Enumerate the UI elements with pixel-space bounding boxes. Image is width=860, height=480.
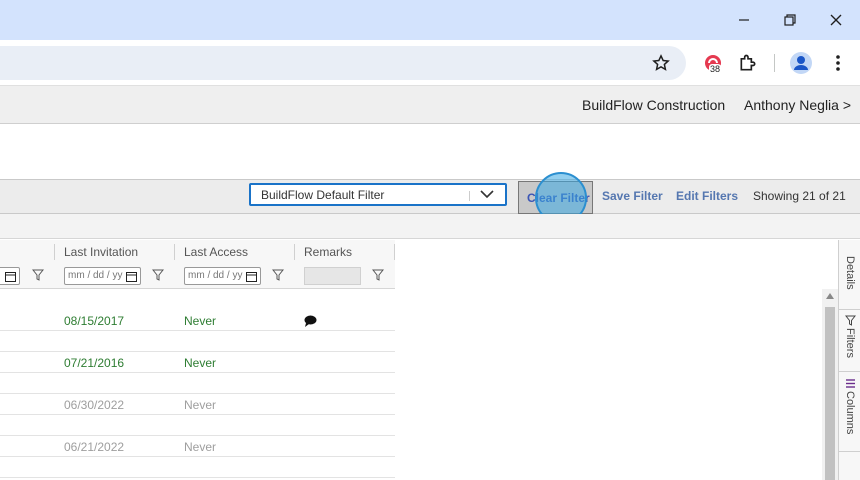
clear-filter-label: Clear Filter bbox=[527, 191, 590, 205]
filter-funnel-icon[interactable] bbox=[152, 269, 164, 281]
last-access-cell: Never bbox=[184, 440, 217, 454]
side-tab-filters[interactable]: Filters bbox=[839, 310, 860, 372]
side-tab-details[interactable]: Details bbox=[839, 252, 860, 310]
company-name[interactable]: BuildFlow Construction bbox=[582, 97, 725, 113]
column-separator bbox=[174, 244, 175, 260]
minimize-button[interactable] bbox=[721, 0, 767, 40]
side-tab-label: Details bbox=[844, 256, 856, 290]
save-filter-link[interactable]: Save Filter bbox=[602, 189, 663, 203]
calendar-icon bbox=[126, 272, 137, 282]
grid-toolbar-gap bbox=[0, 214, 860, 239]
last-invitation-cell: 06/21/2022 bbox=[64, 440, 125, 454]
side-tab-label: Filters bbox=[844, 328, 856, 358]
table-row[interactable]: 06/21/2022 Never bbox=[0, 436, 395, 457]
scroll-up-arrow-icon[interactable] bbox=[826, 293, 834, 299]
last-invitation-cell: 08/15/2017 bbox=[64, 314, 125, 328]
user-menu[interactable]: Anthony Neglia > bbox=[744, 97, 851, 113]
table-row[interactable]: 08/15/2017 Never bbox=[0, 310, 395, 331]
last-invitation-cell: 06/30/2022 bbox=[64, 398, 125, 412]
column-header-last-access[interactable]: Last Access bbox=[184, 245, 248, 259]
minimize-icon bbox=[739, 19, 749, 21]
record-count: Showing 21 of 21 bbox=[753, 189, 846, 203]
scrollbar-thumb[interactable] bbox=[825, 307, 835, 480]
table-row[interactable]: 07/21/2016 Never bbox=[0, 352, 395, 373]
filter-funnel-icon[interactable] bbox=[372, 269, 384, 281]
column-separator bbox=[394, 244, 395, 260]
last-access-date-filter[interactable]: mm / dd / yy bbox=[184, 267, 261, 285]
column-header-last-invitation[interactable]: Last Invitation bbox=[64, 245, 138, 259]
column-separator bbox=[294, 244, 295, 260]
calendar-icon bbox=[5, 272, 16, 282]
browser-title-bar bbox=[0, 0, 860, 40]
profile-icon[interactable] bbox=[788, 50, 814, 76]
column-header-remarks[interactable]: Remarks bbox=[304, 245, 352, 259]
calendar-icon bbox=[246, 272, 257, 282]
close-window-button[interactable] bbox=[813, 0, 859, 40]
bookmark-star-icon[interactable] bbox=[648, 50, 674, 76]
browser-toolbar: 38 bbox=[0, 40, 860, 86]
date-placeholder: mm / dd / yy bbox=[188, 270, 243, 281]
filter-select[interactable]: BuildFlow Default Filter bbox=[249, 183, 507, 206]
last-access-cell: Never bbox=[184, 356, 217, 370]
side-panel: Details Filters Columns bbox=[838, 240, 860, 480]
filter-bar: BuildFlow Default Filter Clear Filter Sa… bbox=[0, 172, 860, 224]
chevron-down-icon bbox=[480, 190, 494, 199]
toolbar-separator bbox=[774, 54, 775, 72]
column-separator bbox=[54, 244, 55, 260]
speech-bubble-icon[interactable] bbox=[304, 315, 317, 327]
table-row[interactable] bbox=[0, 415, 395, 436]
grid-header: Last Invitation mm / dd / yy Last Access… bbox=[0, 240, 395, 289]
address-bar[interactable] bbox=[0, 46, 686, 80]
last-invitation-date-filter[interactable]: mm / dd / yy bbox=[64, 267, 141, 285]
table-row[interactable] bbox=[0, 373, 395, 394]
last-invitation-cell: 07/21/2016 bbox=[64, 356, 125, 370]
last-access-cell: Never bbox=[184, 314, 217, 328]
side-tab-columns[interactable]: Columns bbox=[839, 372, 860, 452]
app-header: BuildFlow Construction Anthony Neglia > bbox=[0, 86, 860, 124]
partial-date-filter-input[interactable] bbox=[0, 267, 20, 285]
select-divider bbox=[469, 191, 470, 201]
side-tab-label: Columns bbox=[844, 391, 856, 435]
filter-funnel-icon bbox=[844, 315, 856, 326]
filter-funnel-icon[interactable] bbox=[272, 269, 284, 281]
last-access-cell: Never bbox=[184, 398, 217, 412]
restore-icon bbox=[784, 14, 796, 26]
clear-filter-button[interactable]: Clear Filter bbox=[518, 181, 593, 214]
close-icon bbox=[830, 14, 842, 26]
remarks-filter-input[interactable] bbox=[304, 267, 361, 285]
vertical-scrollbar[interactable] bbox=[822, 289, 838, 480]
puzzle-icon[interactable] bbox=[735, 50, 761, 76]
table-row[interactable] bbox=[0, 331, 395, 352]
date-placeholder: mm / dd / yy bbox=[68, 270, 123, 281]
table-row[interactable]: 06/30/2022 Never bbox=[0, 394, 395, 415]
edit-filters-link[interactable]: Edit Filters bbox=[676, 189, 738, 203]
more-vert-icon[interactable] bbox=[825, 50, 851, 76]
columns-icon bbox=[845, 379, 855, 388]
table-row[interactable] bbox=[0, 457, 395, 478]
extension-badge-count: 38 bbox=[709, 64, 722, 74]
restore-button[interactable] bbox=[767, 0, 813, 40]
filter-funnel-icon[interactable] bbox=[32, 269, 44, 281]
filter-select-value: BuildFlow Default Filter bbox=[261, 188, 385, 202]
